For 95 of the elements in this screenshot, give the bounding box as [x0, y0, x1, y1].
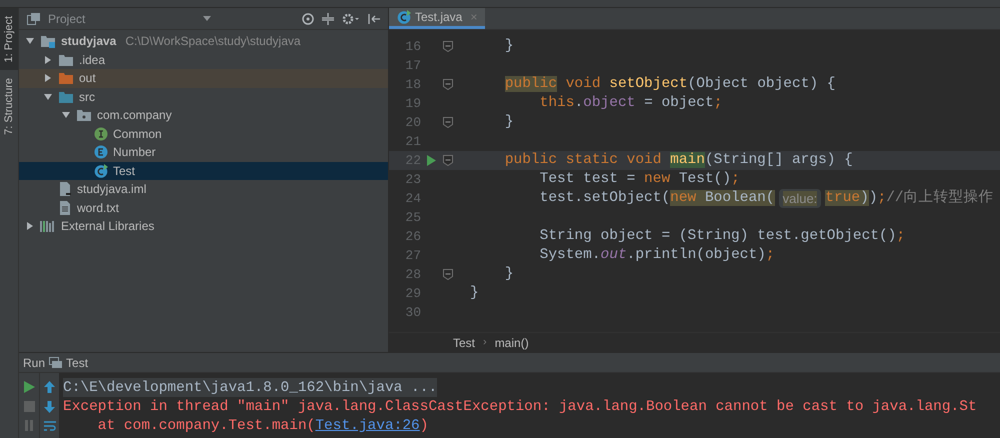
- panel-title: Run: [23, 354, 46, 372]
- tree-item[interactable]: External Libraries: [19, 217, 388, 236]
- breadcrumb[interactable]: Test: [453, 334, 476, 352]
- settings-icon[interactable]: [342, 12, 360, 24]
- collapsed-arrow-icon[interactable]: [44, 56, 52, 64]
- folder-icon: [58, 52, 74, 67]
- code-text: }: [470, 284, 479, 303]
- tree-item[interactable]: src: [19, 88, 388, 106]
- tree-item[interactable]: out: [19, 69, 388, 88]
- collapsed-arrow-icon[interactable]: [44, 74, 52, 82]
- tree-item[interactable]: word.txt: [19, 198, 388, 217]
- line-number: 20: [404, 114, 421, 132]
- dropdown-icon[interactable]: [203, 16, 212, 21]
- enum-icon: [94, 145, 108, 160]
- libraries-icon: [40, 219, 56, 234]
- folder-icon: [58, 71, 74, 86]
- expanded-arrow-icon[interactable]: [26, 37, 34, 46]
- folder-icon: [58, 90, 74, 104]
- text-file-icon: [58, 200, 72, 216]
- chevron-icon: ›: [483, 334, 487, 351]
- line-number: 23: [404, 170, 421, 189]
- tree-item-label: studyjava.iml: [77, 181, 146, 198]
- tree-item[interactable]: Common: [19, 124, 388, 143]
- tree-item-label: External Libraries: [61, 218, 154, 236]
- code-text: String object = (String) test.getObject();: [538, 226, 906, 246]
- class-icon: [397, 10, 411, 24]
- tree-item-label: Test: [113, 162, 136, 180]
- code-text: this.object = object;: [538, 94, 722, 113]
- fold-icon[interactable]: [442, 79, 452, 90]
- code-text: public void setObject(Object object) {: [504, 74, 836, 94]
- side-tab[interactable]: 1: Project: [0, 8, 18, 70]
- run-config-tab[interactable]: Test: [66, 354, 88, 372]
- console-line: Exception in thread "main" java.lang.ClassCastException: java.lang.Boolean cannot be cast to java.lang.St: [63, 398, 978, 416]
- line-number: 29: [404, 284, 421, 303]
- tree-item-label: .idea: [79, 52, 106, 69]
- interface-icon: [94, 126, 108, 141]
- expanded-arrow-icon[interactable]: [44, 92, 52, 101]
- tree-item-label: Number: [113, 144, 156, 162]
- line-number: 24: [404, 190, 421, 208]
- line-number: 30: [404, 304, 421, 322]
- collapsed-arrow-icon[interactable]: [26, 222, 34, 230]
- locate-icon[interactable]: [302, 12, 314, 24]
- soft-wrap-icon[interactable]: [44, 421, 56, 432]
- tree-item[interactable]: Test: [19, 162, 388, 180]
- code-text: }: [504, 36, 514, 56]
- tree-item[interactable]: studyjava.iml: [19, 180, 388, 198]
- console-line: at com.company.Test.main(Test.java:26): [96, 416, 430, 435]
- line-number: 17: [404, 56, 421, 75]
- fold-icon[interactable]: [442, 155, 452, 166]
- source-link[interactable]: Test.java:26: [315, 416, 420, 435]
- run-icon[interactable]: [426, 155, 436, 166]
- fold-icon[interactable]: [442, 269, 452, 280]
- line-number: 16: [404, 38, 421, 56]
- tree-item-label: word.txt: [77, 200, 120, 217]
- tree-item-label: com.company: [97, 107, 172, 124]
- hide-icon[interactable]: [368, 12, 380, 24]
- breadcrumb[interactable]: main(): [494, 334, 529, 352]
- line-number: 26: [404, 228, 421, 246]
- line-number: 21: [404, 132, 421, 151]
- module-path: C:\D\WorkSpace\study\studyjava: [125, 33, 301, 50]
- code-text: public static void main(String[] args) {: [504, 150, 853, 170]
- tree-item-label: Common: [113, 126, 162, 143]
- module-folder-icon: [40, 34, 56, 48]
- tree-item[interactable]: Number: [19, 143, 388, 162]
- collapse-icon[interactable]: [322, 12, 334, 24]
- tree-item[interactable]: .idea: [19, 50, 388, 69]
- tree-item[interactable]: com.company: [19, 106, 388, 124]
- side-tab[interactable]: 7: Structure: [0, 70, 18, 144]
- expanded-arrow-icon[interactable]: [62, 111, 70, 120]
- tree-item-label: studyjava: [61, 33, 116, 50]
- console-icon: [49, 357, 62, 368]
- tree-item-label: src: [79, 88, 95, 106]
- package-icon: [76, 108, 92, 122]
- editor-tab[interactable]: Test.java ×: [389, 8, 486, 29]
- project-icon: [27, 12, 40, 24]
- class-icon: [94, 164, 108, 178]
- code-text: }: [504, 112, 514, 132]
- tree-item-label: out: [79, 70, 96, 88]
- panel-title[interactable]: Project: [48, 10, 86, 28]
- fold-icon[interactable]: [442, 41, 452, 52]
- line-number: 27: [404, 246, 421, 265]
- file-icon: [58, 181, 72, 198]
- code-text: test.setObject(new Boolean( value: true));//向上转型操作: [470, 188, 994, 210]
- code-text: Test test = new Test();: [538, 170, 740, 189]
- line-number: 19: [404, 94, 421, 113]
- fold-icon[interactable]: [442, 117, 452, 128]
- code-text: }: [504, 264, 514, 284]
- line-number: 18: [404, 76, 421, 94]
- run-icon[interactable]: [24, 381, 34, 393]
- line-number: 25: [404, 208, 421, 227]
- line-number: 28: [404, 266, 421, 284]
- code-text: System.out.println(object);: [538, 246, 775, 265]
- down-arrow-icon[interactable]: [44, 401, 55, 413]
- tree-item[interactable]: studyjava C:\D\WorkSpace\study\studyjava: [19, 32, 388, 50]
- up-arrow-icon[interactable]: [44, 381, 55, 393]
